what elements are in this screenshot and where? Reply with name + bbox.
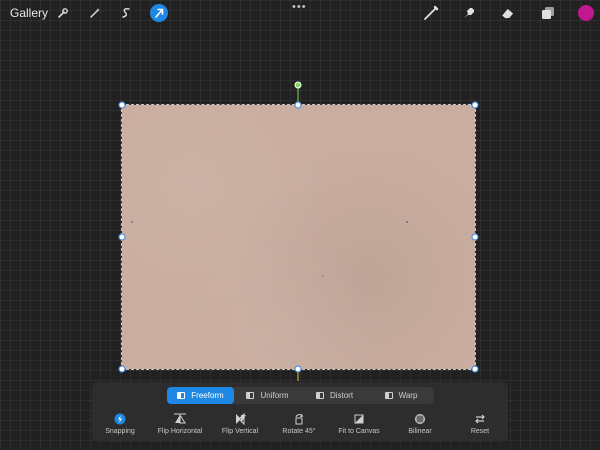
rotate-icon: [295, 413, 304, 425]
flip-vertical-icon: [236, 412, 246, 426]
fit-to-canvas-icon: [354, 414, 364, 424]
handle-bottom-left[interactable]: [118, 365, 126, 373]
action-label: Bilinear: [408, 428, 432, 435]
snapping-button[interactable]: Snapping: [100, 412, 140, 440]
rotation-handle[interactable]: [294, 81, 302, 89]
mode-label: Distort: [329, 391, 354, 400]
mode-distort[interactable]: Distort: [301, 387, 368, 404]
bilinear-icon: [415, 414, 425, 424]
action-label: Flip Horizontal: [157, 428, 203, 435]
handle-middle-right[interactable]: [471, 233, 479, 241]
action-label: Flip Vertical: [221, 428, 259, 435]
warp-icon: [384, 392, 393, 399]
transform-mode-selector: Freeform Uniform Distort Warp: [167, 387, 434, 404]
flip-horizontal-icon: [174, 413, 186, 424]
action-label: Reset: [470, 428, 490, 435]
handle-top-right[interactable]: [471, 101, 479, 109]
handle-top-center[interactable]: [294, 101, 302, 109]
bilinear-button[interactable]: Bilinear: [400, 412, 440, 440]
mode-label: Uniform: [260, 391, 289, 400]
handle-top-left[interactable]: [118, 101, 126, 109]
rotate-45-button[interactable]: Rotate 45°: [278, 412, 320, 440]
mode-freeform[interactable]: Freeform: [167, 387, 234, 404]
mode-warp[interactable]: Warp: [368, 387, 434, 404]
reset-icon: [475, 414, 485, 424]
freeform-icon: [177, 392, 186, 399]
handle-middle-left[interactable]: [118, 233, 126, 241]
flip-vertical-button[interactable]: Flip Vertical: [214, 412, 266, 440]
distort-icon: [315, 392, 324, 399]
mode-label: Warp: [398, 391, 418, 400]
handle-bottom-right[interactable]: [471, 365, 479, 373]
mode-uniform[interactable]: Uniform: [234, 387, 301, 404]
handle-bottom-center[interactable]: [294, 365, 302, 373]
action-label: Rotate 45°: [282, 428, 316, 435]
mode-label: Freeform: [191, 391, 224, 400]
reset-button[interactable]: Reset: [464, 412, 496, 440]
uniform-icon: [246, 392, 255, 399]
fit-to-canvas-button[interactable]: Fit to Canvas: [336, 412, 382, 440]
action-label: Snapping: [105, 428, 135, 435]
transform-panel: Freeform Uniform Distort Warp Snapping F…: [92, 382, 508, 442]
action-label: Fit to Canvas: [338, 428, 380, 435]
snapping-icon: [114, 413, 126, 425]
flip-horizontal-button[interactable]: Flip Horizontal: [150, 412, 210, 440]
